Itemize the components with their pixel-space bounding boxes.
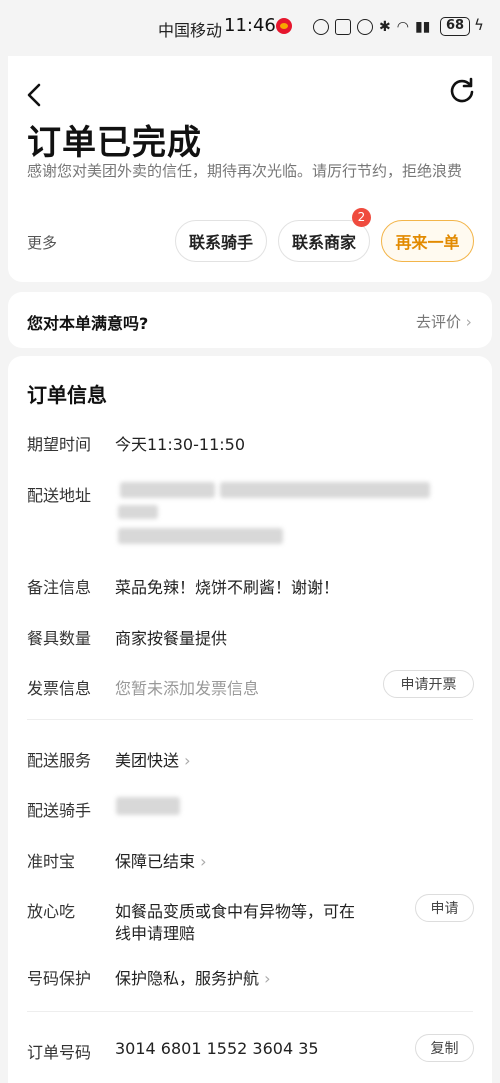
merchant-message-badge: 2 [352,208,371,227]
delivery-service-label: 配送服务 [27,751,92,770]
signal-icon: ▮▮ [414,19,431,35]
divider [27,719,473,720]
contact-rider-button[interactable]: 联系骑手 [175,220,267,262]
order-number-value: 3014 6801 1552 3604 35 [115,1039,319,1058]
charging-icon: ϟ [474,16,484,34]
remarks-value: 菜品免辣！烧饼不刷酱！谢谢！ [115,578,340,597]
bluetooth-icon: ✱ [379,19,391,35]
clock: 11:46 [224,15,276,36]
rate-link[interactable]: 去评价 [416,311,472,332]
contact-merchant-button[interactable]: 联系商家 [278,220,370,262]
expected-time-value: 今天11:30-11:50 [115,435,245,454]
on-time-label: 准时宝 [27,852,76,871]
order-number-label: 订单号码 [27,1043,92,1062]
safe-eat-label: 放心吃 [27,902,76,921]
address-label: 配送地址 [27,486,92,505]
carrier-name: 中国移动 [158,21,223,40]
weibo-icon [276,18,292,34]
request-invoice-button[interactable]: 申请开票 [383,670,474,698]
more-button[interactable]: 更多 [27,232,57,253]
refresh-icon[interactable] [448,77,476,105]
reorder-button[interactable]: 再来一单 [381,220,474,262]
safe-eat-value-line1: 如餐品变质或食中有异物等，可在 [115,902,356,921]
utensils-value: 商家按餐量提供 [115,629,228,648]
divider [27,1011,473,1012]
number-protection-link[interactable]: 保护隐私，服务护航 [115,965,271,989]
expected-time-label: 期望时间 [27,435,92,454]
satisfaction-question: 您对本单满意吗? [27,314,149,333]
back-icon[interactable] [20,80,50,110]
number-protection-label: 号码保护 [27,969,92,988]
page-title: 订单已完成 [27,123,202,163]
nfc-icon [335,19,351,35]
safe-eat-value-line2: 线申请理赔 [115,924,196,943]
invoice-label: 发票信息 [27,679,92,698]
on-time-link[interactable]: 保障已结束 [115,848,207,872]
status-icons: ✱ ◠ ▮▮ [313,16,430,38]
safe-eat-apply-button[interactable]: 申请 [415,894,474,922]
copy-order-number-button[interactable]: 复制 [415,1034,474,1062]
order-info-title: 订单信息 [27,383,107,407]
hd-icon [313,19,329,35]
remarks-label: 备注信息 [27,578,92,597]
invoice-value: 您暂未添加发票信息 [115,679,260,698]
rider-name-blurred [116,797,180,815]
thanks-message: 感谢您对美团外卖的信任，期待再次光临。请厉行节约，拒绝浪费 [27,162,463,180]
battery-icon: 68 [440,17,470,36]
rider-label: 配送骑手 [27,801,92,820]
status-bar: 中国移动 11:46 ✱ ◠ ▮▮ 68 ϟ [0,0,500,56]
wifi-icon: ◠ [396,19,409,35]
utensils-label: 餐具数量 [27,629,92,648]
alarm-icon [357,19,373,35]
delivery-service-link[interactable]: 美团快送 [115,747,191,771]
